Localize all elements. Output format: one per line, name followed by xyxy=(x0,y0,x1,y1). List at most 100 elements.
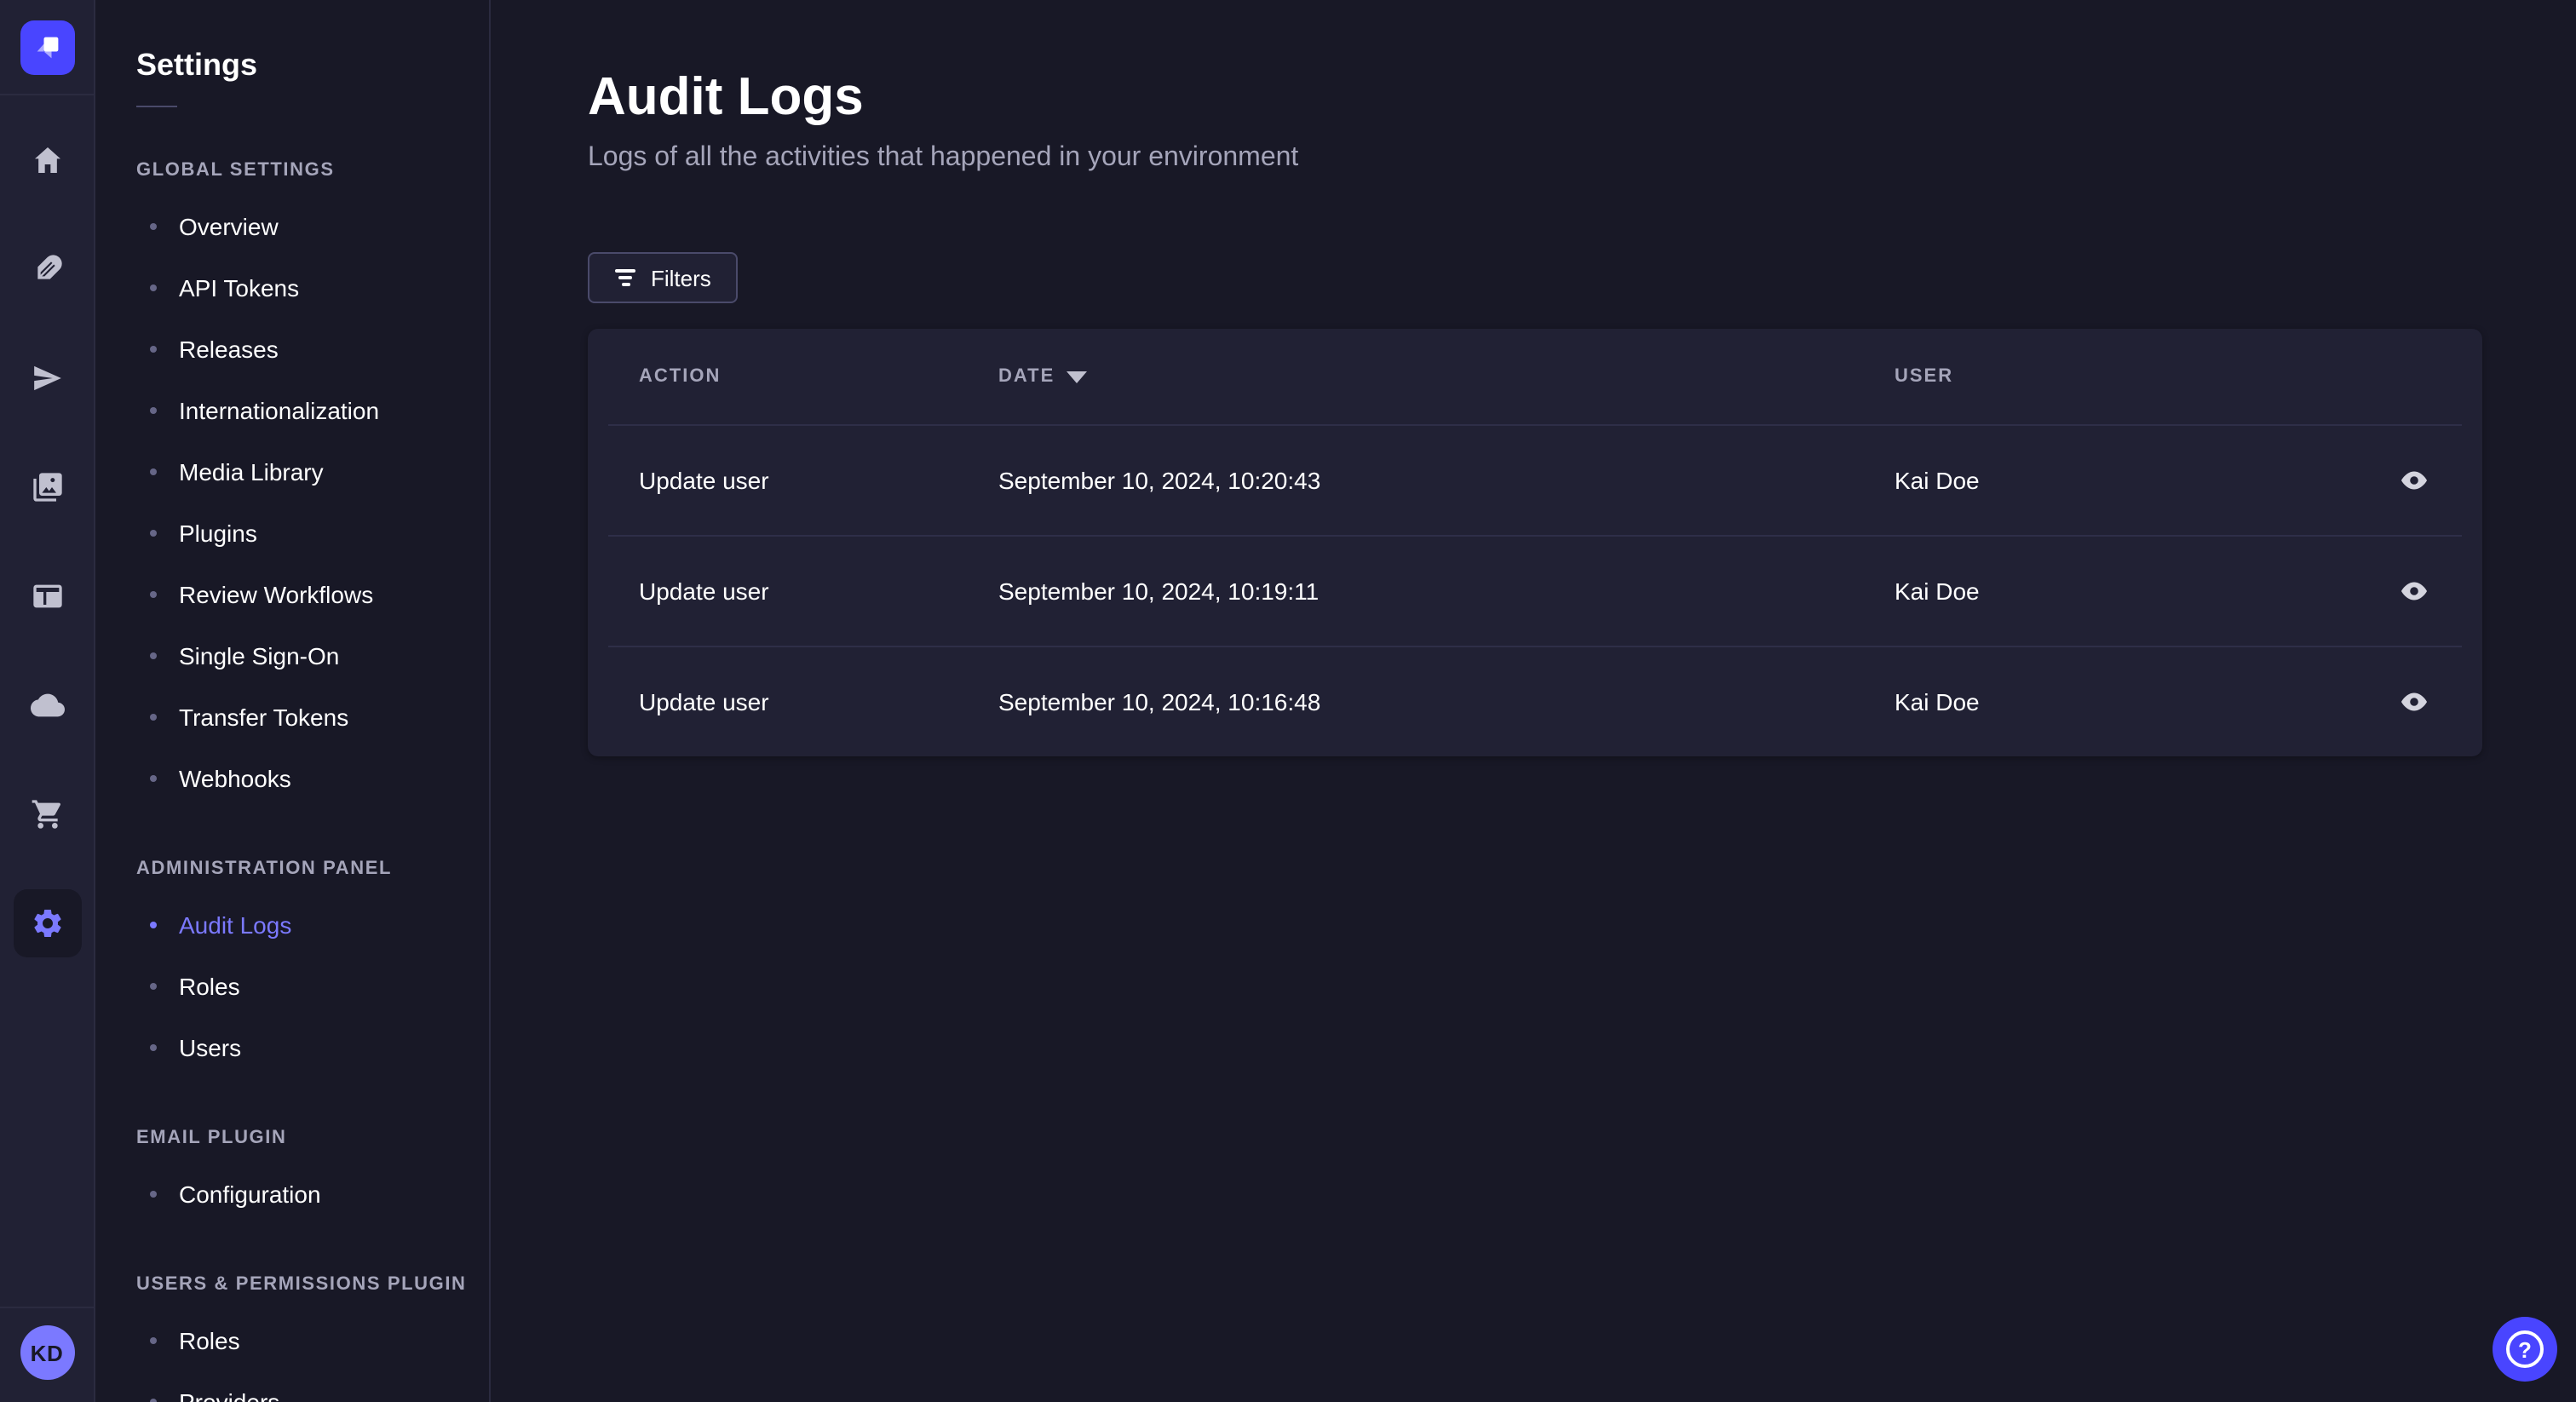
bullet-icon xyxy=(150,346,157,353)
nav-item-label: Configuration xyxy=(179,1181,321,1208)
paper-plane-icon xyxy=(33,365,60,391)
sidebar-item-single-sign-on[interactable]: Single Sign-On xyxy=(136,625,489,687)
help-button[interactable]: ? xyxy=(2493,1317,2557,1382)
cell-action: Update user xyxy=(639,687,769,715)
table-row[interactable]: Update user September 10, 2024, 10:19:11… xyxy=(588,535,2482,646)
strapi-logo-icon xyxy=(36,36,58,58)
eye-icon xyxy=(2401,692,2427,710)
bullet-icon xyxy=(150,775,157,782)
main-content: Audit Logs Logs of all the activities th… xyxy=(491,0,2576,1402)
filters-button[interactable]: Filters xyxy=(588,252,739,303)
section-global-settings: Global Settings xyxy=(136,160,335,181)
cell-action: Update user xyxy=(639,577,769,604)
sidebar-item-releases[interactable] xyxy=(13,344,81,412)
bullet-icon xyxy=(150,1044,157,1051)
cell-date: September 10, 2024, 10:19:11 xyxy=(998,577,1320,604)
logo-cell xyxy=(0,0,94,95)
nav-item-label: Overview xyxy=(179,213,279,240)
audit-logs-table: Action Date User Update user September 1… xyxy=(588,329,2482,756)
nav-item-label: Roles xyxy=(179,973,240,1000)
cell-date: September 10, 2024, 10:20:43 xyxy=(998,466,1321,493)
cell-user: Kai Doe xyxy=(1895,466,1980,493)
nav-item-label: Single Sign-On xyxy=(179,642,340,669)
page-title: Audit Logs xyxy=(588,66,864,126)
section-users-permissions-plugin: Users & Permissions Plugin xyxy=(136,1274,467,1295)
sidebar-item-settings[interactable] xyxy=(13,889,81,957)
nav-list-global-settings: Overview API Tokens Releases Internation… xyxy=(136,196,489,809)
nav-item-label: Webhooks xyxy=(179,765,291,792)
sidebar-item-media-library[interactable]: Media Library xyxy=(136,441,489,503)
sidebar-item-marketplace[interactable] xyxy=(13,780,81,848)
sidebar-item-up-providers[interactable]: Providers xyxy=(136,1371,489,1402)
nav-item-label: Providers xyxy=(179,1388,280,1402)
media-library-icon xyxy=(32,473,61,502)
cloud-icon xyxy=(30,693,64,717)
layout-icon xyxy=(32,584,61,608)
nav-item-label: Transfer Tokens xyxy=(179,704,349,731)
section-administration-panel: Administration Panel xyxy=(136,859,393,879)
nav-icons xyxy=(13,126,81,957)
sidebar-item-content-type-builder[interactable] xyxy=(13,235,81,303)
sidebar-item-internationalization[interactable]: Internationalization xyxy=(136,380,489,441)
cell-user: Kai Doe xyxy=(1895,577,1980,604)
column-header-user: User xyxy=(1895,366,1954,387)
bullet-icon xyxy=(150,1191,157,1198)
sidebar-item-releases[interactable]: Releases xyxy=(136,319,489,380)
sidebar-item-transfer-tokens[interactable]: Transfer Tokens xyxy=(136,687,489,748)
question-mark-icon: ? xyxy=(2506,1330,2544,1368)
bullet-icon xyxy=(150,284,157,291)
home-icon xyxy=(34,147,60,173)
page-subtitle: Logs of all the activities that happened… xyxy=(588,143,1299,172)
nav-item-label: Review Workflows xyxy=(179,581,374,608)
nav-list-administration-panel: Audit Logs Roles Users xyxy=(136,894,489,1078)
nav-item-label: Media Library xyxy=(179,458,324,486)
sidebar-item-admin-users[interactable]: Users xyxy=(136,1017,489,1078)
eye-icon xyxy=(2401,470,2427,489)
section-email-plugin: Email Plugin xyxy=(136,1128,287,1148)
subnav-divider xyxy=(136,106,177,107)
sidebar-item-audit-logs[interactable]: Audit Logs xyxy=(136,894,489,956)
bullet-icon xyxy=(150,530,157,537)
column-header-date[interactable]: Date xyxy=(998,366,1895,387)
sidebar-item-email-configuration[interactable]: Configuration xyxy=(136,1164,489,1225)
sidebar-item-deploy[interactable] xyxy=(13,671,81,739)
view-log-button[interactable] xyxy=(2387,452,2441,507)
view-log-button[interactable] xyxy=(2387,674,2441,728)
table-row[interactable]: Update user September 10, 2024, 10:16:48… xyxy=(588,646,2482,756)
strapi-logo[interactable] xyxy=(20,20,74,74)
cell-action: Update user xyxy=(639,466,769,493)
view-log-button[interactable] xyxy=(2387,563,2441,618)
sort-desc-icon xyxy=(1067,371,1088,382)
cell-date: September 10, 2024, 10:16:48 xyxy=(998,687,1321,715)
sidebar-item-home[interactable] xyxy=(13,126,81,194)
main-nav-sidebar: KD xyxy=(0,0,95,1402)
subnav-title: Settings xyxy=(136,48,258,82)
bullet-icon xyxy=(150,407,157,414)
bullet-icon xyxy=(150,468,157,475)
bullet-icon xyxy=(150,652,157,659)
nav-item-label: Releases xyxy=(179,336,279,363)
gear-icon xyxy=(33,910,60,937)
user-avatar[interactable]: KD xyxy=(20,1325,74,1380)
table-row[interactable]: Update user September 10, 2024, 10:20:43… xyxy=(588,424,2482,535)
nav-item-label: API Tokens xyxy=(179,274,300,302)
bullet-icon xyxy=(150,983,157,990)
sidebar-item-plugins[interactable]: Plugins xyxy=(136,503,489,564)
bullet-icon xyxy=(150,1337,157,1344)
bullet-icon xyxy=(150,922,157,928)
nav-item-label: Users xyxy=(179,1034,242,1061)
sidebar-item-overview[interactable]: Overview xyxy=(136,196,489,257)
sidebar-item-admin-roles[interactable]: Roles xyxy=(136,956,489,1017)
filter-icon xyxy=(615,269,635,286)
table-header-row: Action Date User xyxy=(588,329,2482,424)
sidebar-item-api-tokens[interactable]: API Tokens xyxy=(136,257,489,319)
nav-item-label: Roles xyxy=(179,1327,240,1354)
column-header-action: Action xyxy=(639,366,722,387)
sidebar-item-review-workflows[interactable]: Review Workflows xyxy=(136,564,489,625)
sidebar-item-webhooks[interactable]: Webhooks xyxy=(136,748,489,809)
sidebar-item-up-roles[interactable]: Roles xyxy=(136,1310,489,1371)
sidebar-item-content-manager[interactable] xyxy=(13,562,81,630)
bullet-icon xyxy=(150,1399,157,1402)
sidebar-item-media-library[interactable] xyxy=(13,453,81,521)
feather-icon xyxy=(37,255,61,279)
